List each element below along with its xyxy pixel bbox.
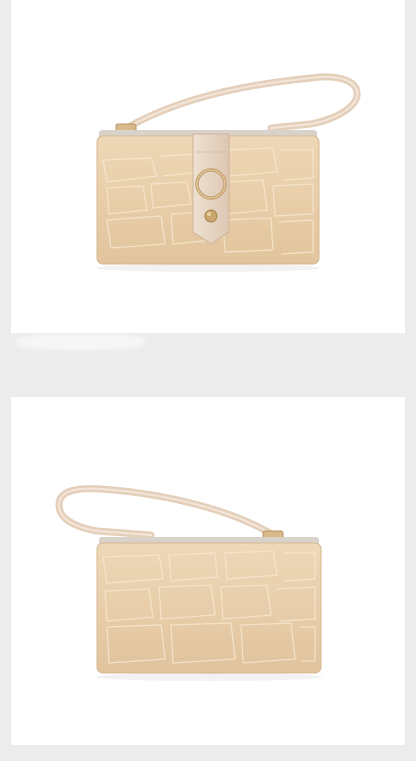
back-view-panel — [11, 397, 405, 745]
front-view-image — [96, 73, 361, 272]
wrist-strap — [55, 485, 277, 539]
faint-artifact — [16, 334, 146, 350]
wallet-body — [97, 543, 321, 673]
back-view-image — [55, 485, 323, 681]
front-view-panel — [11, 0, 405, 333]
snap-button — [204, 209, 218, 223]
product-gallery — [0, 0, 416, 761]
